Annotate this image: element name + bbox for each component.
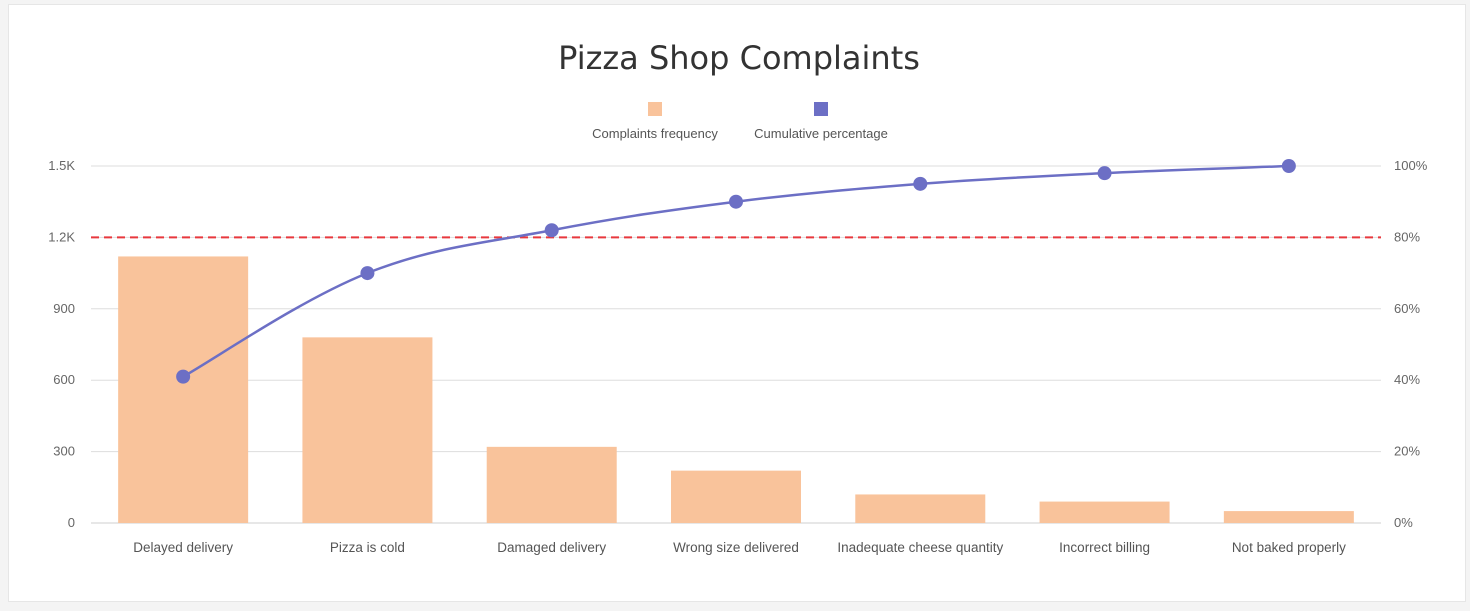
line-point[interactable] bbox=[729, 194, 743, 209]
bar[interactable] bbox=[671, 470, 801, 523]
x-tick-label: Damaged delivery bbox=[497, 540, 606, 555]
line-point[interactable] bbox=[176, 369, 191, 384]
right-tick-label: 0% bbox=[1394, 515, 1413, 530]
right-tick-label: 20% bbox=[1394, 444, 1420, 459]
bar[interactable] bbox=[302, 337, 433, 523]
x-tick-label: Delayed delivery bbox=[133, 540, 233, 555]
x-tick-label: Not baked properly bbox=[1232, 540, 1346, 555]
chart-title: Pizza Shop Complaints bbox=[558, 39, 920, 77]
line-point[interactable] bbox=[913, 176, 928, 191]
legend-label-cumulative: Cumulative percentage bbox=[754, 126, 888, 141]
left-axis-ticks: 0 300 600 900 1.2K 1.5K bbox=[48, 158, 75, 530]
right-tick-label: 60% bbox=[1394, 301, 1420, 316]
x-tick-label: Inadequate cheese quantity bbox=[837, 540, 1003, 555]
legend-swatch-frequency bbox=[648, 102, 662, 116]
bar[interactable] bbox=[1039, 501, 1170, 523]
bar[interactable] bbox=[486, 446, 617, 523]
legend-swatch-cumulative bbox=[814, 102, 828, 116]
left-tick-label: 1.2K bbox=[48, 229, 75, 244]
gridlines bbox=[91, 165, 1381, 524]
right-tick-label: 40% bbox=[1394, 372, 1420, 387]
x-axis-ticks: Delayed delivery Pizza is cold Damaged del… bbox=[133, 540, 1346, 555]
legend-label-frequency: Complaints frequency bbox=[592, 126, 718, 141]
legend-item-frequency[interactable]: Complaints frequency bbox=[592, 102, 718, 141]
x-tick-label: Incorrect billing bbox=[1059, 540, 1150, 555]
legend-item-cumulative[interactable]: Cumulative percentage bbox=[754, 102, 888, 141]
bar-series bbox=[118, 256, 1354, 523]
bar[interactable] bbox=[855, 494, 986, 523]
line-point[interactable] bbox=[1281, 159, 1296, 173]
line-point[interactable] bbox=[1097, 166, 1112, 181]
right-tick-label: 100% bbox=[1394, 158, 1428, 173]
left-tick-label: 300 bbox=[53, 444, 75, 459]
pareto-chart: Pizza Shop Complaints Complaints frequen… bbox=[48, 39, 1428, 555]
left-tick-label: 1.5K bbox=[48, 158, 75, 173]
x-tick-label: Wrong size delivered bbox=[673, 540, 799, 555]
x-tick-label: Pizza is cold bbox=[330, 540, 405, 555]
line-point[interactable] bbox=[544, 223, 559, 238]
bar[interactable] bbox=[118, 256, 249, 523]
left-tick-label: 0 bbox=[68, 515, 75, 530]
right-tick-label: 80% bbox=[1394, 229, 1420, 244]
line-point[interactable] bbox=[360, 266, 375, 281]
right-axis-ticks: 0% 20% 40% 60% 80% 100% bbox=[1394, 158, 1428, 530]
legend[interactable]: Complaints frequency Cumulative percenta… bbox=[592, 102, 888, 141]
left-tick-label: 900 bbox=[53, 301, 75, 316]
bar[interactable] bbox=[1223, 511, 1354, 523]
left-tick-label: 600 bbox=[53, 372, 75, 387]
chart-card: Pizza Shop Complaints Complaints frequen… bbox=[8, 4, 1466, 602]
